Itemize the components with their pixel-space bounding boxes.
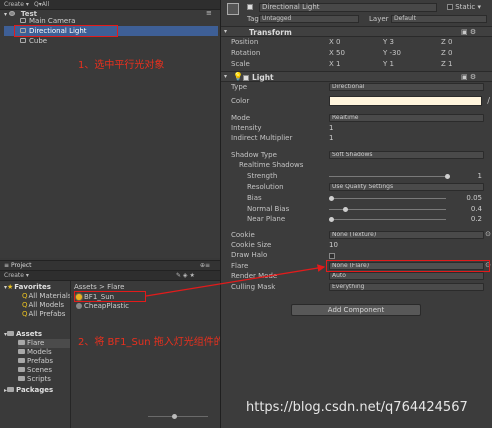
drag-arrow [145, 264, 326, 297]
drag-arrow-line [145, 264, 326, 297]
watermark: https://blog.csdn.net/q764424567 [246, 400, 468, 415]
